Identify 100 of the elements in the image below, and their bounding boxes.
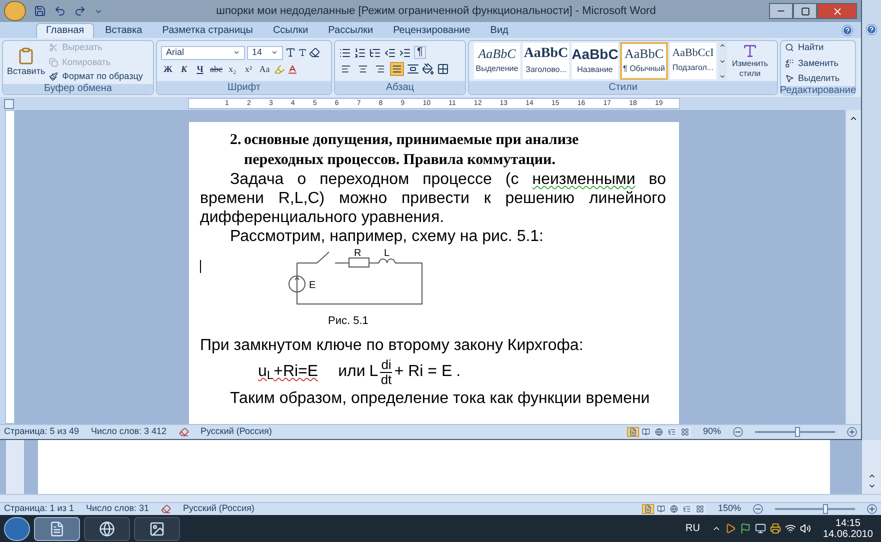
font-name-field[interactable]: Arial — [161, 46, 245, 60]
view-button[interactable] — [668, 504, 680, 514]
ribbon-tab[interactable]: Ссылки — [264, 23, 318, 38]
window-title: шпорки мои недоделанные [Режим ограниченной функциональности] - Microsoft Word — [216, 4, 656, 19]
tray-icon[interactable] — [770, 523, 781, 534]
redo-icon[interactable] — [74, 5, 86, 17]
styles-icon — [742, 43, 758, 59]
font-style-button[interactable]: x² — [242, 62, 256, 76]
page-count[interactable]: Страница: 1 из 1 — [4, 502, 74, 516]
paste-button[interactable]: Вставить — [7, 46, 46, 78]
taskbar-app[interactable] — [134, 516, 180, 540]
increase-indent-icon[interactable] — [399, 46, 411, 58]
spelling-icon[interactable] — [161, 504, 172, 514]
volume-icon[interactable] — [800, 523, 811, 534]
pilcrow-button[interactable]: ¶ — [414, 46, 426, 59]
shrink-font-icon[interactable] — [298, 48, 307, 57]
help-icon[interactable] — [842, 25, 853, 36]
taskbar-app[interactable] — [84, 516, 130, 540]
view-button[interactable] — [694, 504, 706, 514]
word-count[interactable]: Число слов: 31 — [86, 502, 150, 516]
scrollbar[interactable] — [845, 110, 861, 424]
language-indicator[interactable]: RU — [685, 521, 700, 536]
style-preset[interactable]: AaBbC ¶ Обычный — [620, 42, 668, 80]
ribbon-tab[interactable]: Главная — [36, 23, 94, 38]
ribbon-tab[interactable]: Разметка страницы — [153, 23, 262, 38]
ribbon-tab[interactable]: Вид — [481, 23, 518, 38]
view-button[interactable] — [626, 427, 639, 437]
view-button[interactable] — [642, 504, 654, 514]
slider-thumb[interactable] — [795, 427, 800, 437]
tray-icon[interactable] — [754, 523, 766, 534]
ribbon-tab[interactable]: Вставка — [96, 23, 152, 38]
page-count[interactable]: Страница: 5 из 49 — [4, 425, 79, 439]
zoom-level[interactable]: 90% — [702, 425, 721, 439]
undo-icon[interactable] — [54, 5, 66, 17]
view-button[interactable] — [652, 427, 665, 437]
multilevel-list-icon[interactable] — [369, 46, 381, 58]
close-button[interactable] — [817, 3, 857, 19]
change-styles-button[interactable]: Изменить стили — [728, 43, 772, 79]
view-button[interactable] — [640, 427, 652, 437]
view-icon — [642, 428, 650, 436]
grow-font-icon[interactable] — [285, 47, 296, 58]
view-button[interactable] — [678, 427, 691, 437]
tray-icon[interactable] — [724, 523, 736, 534]
help-icon[interactable] — [866, 24, 877, 35]
zoom-out-icon[interactable] — [753, 504, 763, 514]
style-preset[interactable]: AaBbC Заголово... — [522, 42, 570, 80]
clear-format-icon[interactable] — [309, 47, 320, 58]
zoom-in-icon[interactable] — [847, 427, 857, 437]
language-label[interactable]: Русский (Россия) — [183, 502, 254, 516]
font-style-button[interactable]: К — [177, 62, 191, 76]
clipboard-button[interactable]: Формат по образцу — [49, 70, 143, 84]
taskbar-app[interactable] — [34, 516, 80, 540]
editing-button[interactable]: Заменить — [785, 56, 851, 70]
spelling-icon[interactable] — [178, 427, 189, 437]
ribbon-tab[interactable]: Рецензирование — [384, 23, 480, 38]
view-button[interactable] — [680, 504, 693, 514]
font-style-button[interactable]: Aa — [258, 62, 272, 76]
caret-icon — [271, 49, 278, 56]
font-color-icon[interactable] — [286, 64, 298, 75]
clock-time[interactable]: 14:15 — [835, 518, 860, 528]
scrollbar[interactable] — [0, 494, 881, 502]
editing-button[interactable]: Выделить — [785, 72, 851, 86]
font-style-button[interactable]: Ч — [193, 62, 207, 76]
style-preset[interactable]: AaBbCcI Подзагол... — [669, 42, 717, 80]
word-count[interactable]: Число слов: 3 412 — [90, 425, 167, 439]
numbering-icon[interactable] — [354, 46, 366, 58]
borders-icon[interactable] — [437, 63, 449, 75]
align-button[interactable] — [390, 62, 404, 76]
maximize-button[interactable] — [793, 3, 817, 19]
replace-icon — [785, 58, 794, 68]
font-style-button[interactable]: Ж — [161, 62, 175, 76]
decrease-indent-icon[interactable] — [384, 46, 396, 58]
font-style-button[interactable]: abc — [209, 62, 224, 76]
view-button[interactable] — [666, 427, 678, 437]
style-preset[interactable]: AaBbC Выделение — [473, 42, 521, 80]
editing-button[interactable]: Найти — [785, 41, 851, 54]
tray-expand-icon[interactable] — [712, 524, 721, 533]
start-button[interactable] — [4, 516, 30, 540]
ruler-toggle-button[interactable] — [4, 98, 14, 108]
style-preset[interactable]: AaBbC Название — [571, 42, 619, 80]
save-icon[interactable] — [34, 5, 46, 17]
language-label[interactable]: Русский (Россия) — [200, 425, 272, 439]
slider-thumb[interactable] — [823, 504, 828, 514]
office-button[interactable] — [4, 1, 26, 21]
scroll-up-icon — [849, 114, 858, 123]
font-size-field[interactable]: 14 — [247, 46, 283, 60]
network-icon[interactable] — [784, 523, 796, 534]
clock-date[interactable]: 14.06.2010 — [822, 528, 873, 540]
gallery-scrollbar[interactable] — [718, 42, 727, 80]
view-button[interactable] — [654, 504, 667, 514]
shading-icon[interactable] — [422, 63, 434, 75]
view-icon — [670, 505, 678, 513]
line-spacing-icon[interactable] — [407, 63, 419, 75]
scrollbar[interactable] — [862, 440, 881, 494]
zoom-out-icon[interactable] — [733, 427, 743, 437]
zoom-in-icon[interactable] — [867, 504, 877, 514]
zoom-level[interactable]: 150% — [718, 502, 741, 516]
font-style-button[interactable]: x₂ — [226, 62, 240, 76]
tray-icon[interactable] — [740, 523, 751, 534]
ribbon-tab[interactable]: Рассылки — [319, 23, 382, 38]
